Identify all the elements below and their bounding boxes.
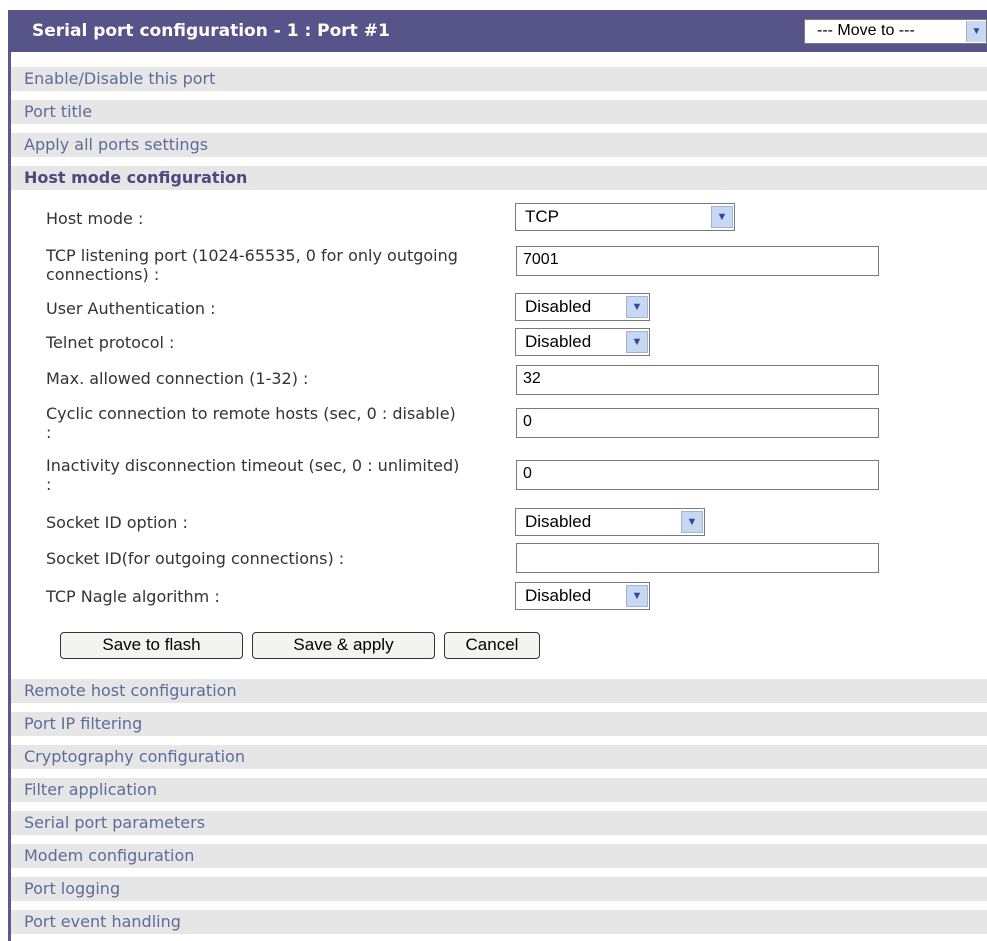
cyclic-input[interactable]: 0	[516, 408, 879, 438]
save-apply-button[interactable]: Save & apply	[252, 632, 435, 659]
nagle-label: TCP Nagle algorithm :	[46, 587, 220, 606]
section-label: Enable/Disable this port	[24, 69, 216, 88]
user-auth-select[interactable]: Disabled ▼	[515, 293, 650, 321]
section-apply-all[interactable]: Apply all ports settings	[11, 124, 987, 157]
section-label: Filter application	[24, 780, 157, 799]
section-label: Serial port parameters	[24, 813, 206, 832]
section-host-mode[interactable]: Host mode configuration	[11, 157, 987, 190]
nagle-select[interactable]: Disabled ▼	[515, 582, 650, 610]
user-auth-label: User Authentication :	[46, 299, 216, 318]
socket-id-option-value: Disabled	[525, 512, 592, 531]
max-conn-label: Max. allowed connection (1-32) :	[46, 369, 309, 388]
save-to-flash-button[interactable]: Save to flash	[60, 632, 243, 659]
inactivity-input[interactable]: 0	[516, 460, 879, 490]
chevron-down-icon: ▼	[626, 296, 648, 318]
cancel-button[interactable]: Cancel	[444, 632, 540, 659]
max-conn-input[interactable]: 32	[516, 365, 879, 395]
chevron-down-icon: ▼	[966, 21, 986, 42]
page-title: Serial port configuration - 1 : Port #1	[32, 21, 390, 41]
section-remote-host[interactable]: Remote host configuration	[11, 670, 987, 703]
inactivity-label: Inactivity disconnection timeout (sec, 0…	[46, 456, 460, 494]
tcp-port-input[interactable]: 7001	[516, 246, 879, 276]
cyclic-label: Cyclic connection to remote hosts (sec, …	[46, 404, 456, 442]
tcp-port-label: TCP listening port (1024-65535, 0 for on…	[46, 246, 458, 284]
section-label: Modem configuration	[24, 846, 195, 865]
telnet-select[interactable]: Disabled ▼	[515, 328, 650, 356]
socket-id-option-label: Socket ID option :	[46, 513, 188, 532]
telnet-value: Disabled	[525, 332, 592, 351]
user-auth-value: Disabled	[525, 297, 592, 316]
chevron-down-icon: ▼	[626, 585, 648, 607]
section-port-event-handling[interactable]: Port event handling	[11, 901, 987, 934]
section-label: Port logging	[24, 879, 121, 898]
section-port-logging[interactable]: Port logging	[11, 868, 987, 901]
section-enable-disable[interactable]: Enable/Disable this port	[11, 58, 987, 91]
section-cryptography[interactable]: Cryptography configuration	[11, 736, 987, 769]
page: Serial port configuration - 1 : Port #1 …	[0, 0, 987, 941]
host-mode-value: TCP	[525, 207, 559, 226]
host-mode-select[interactable]: TCP ▼	[515, 203, 735, 231]
section-label: Port IP filtering	[24, 714, 143, 733]
chevron-down-icon: ▼	[681, 511, 703, 533]
section-serial-port-params[interactable]: Serial port parameters	[11, 802, 987, 835]
chevron-down-icon: ▼	[626, 331, 648, 353]
socket-id-option-select[interactable]: Disabled ▼	[515, 508, 705, 536]
section-modem-config[interactable]: Modem configuration	[11, 835, 987, 868]
section-label: Remote host configuration	[24, 681, 237, 700]
socket-id-input[interactable]	[516, 543, 879, 573]
telnet-label: Telnet protocol :	[46, 333, 175, 352]
section-label: Port title	[24, 102, 93, 121]
section-filter-application[interactable]: Filter application	[11, 769, 987, 802]
section-label: Cryptography configuration	[24, 747, 245, 766]
page-header: Serial port configuration - 1 : Port #1 …	[8, 10, 987, 52]
chevron-down-icon: ▼	[711, 206, 733, 228]
nagle-value: Disabled	[525, 586, 592, 605]
socket-id-label: Socket ID(for outgoing connections) :	[46, 549, 345, 568]
section-port-ip-filtering[interactable]: Port IP filtering	[11, 703, 987, 736]
section-label: Port event handling	[24, 912, 181, 931]
move-to-select[interactable]: --- Move to --- ▼	[804, 19, 987, 44]
section-label: Host mode configuration	[24, 168, 248, 187]
section-port-title[interactable]: Port title	[11, 91, 987, 124]
section-label: Apply all ports settings	[24, 135, 209, 154]
host-mode-label: Host mode :	[46, 209, 144, 228]
move-to-value: --- Move to ---	[817, 22, 915, 39]
